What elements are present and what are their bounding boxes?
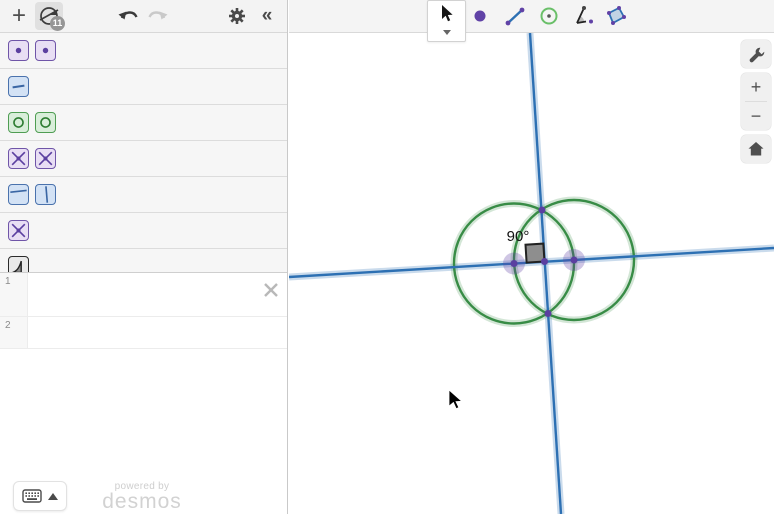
geometry-object-list: [0, 33, 287, 285]
tool-select[interactable]: [427, 0, 466, 42]
circle-icon: [9, 112, 28, 133]
zoom-control-group: + −: [741, 73, 771, 130]
mouse-cursor-icon: [449, 390, 462, 409]
expression-row: 1: [0, 273, 287, 317]
close-button[interactable]: [262, 281, 280, 299]
intersection-icon: [36, 148, 55, 169]
object-chip-point[interactable]: [35, 40, 56, 61]
keyboard-toggle-button[interactable]: [13, 481, 67, 511]
segment-icon: [9, 76, 28, 97]
undo-button[interactable]: [114, 2, 142, 30]
angle-tool-icon: [571, 4, 595, 28]
construction-point[interactable]: [511, 260, 518, 267]
line-h-icon: [9, 184, 28, 205]
expression-panel: 12: [0, 272, 287, 514]
tool-polygon[interactable]: [604, 4, 628, 28]
graph-settings-button[interactable]: [741, 40, 771, 68]
close-icon: [262, 281, 280, 299]
expression-input[interactable]: [28, 273, 287, 316]
expression-row-number: 1: [0, 273, 28, 316]
intersection-icon: [9, 220, 28, 241]
keyboard-icon: [22, 489, 42, 503]
object-row: [0, 105, 287, 141]
object-row: [0, 33, 287, 69]
construction-point[interactable]: [545, 310, 552, 317]
point-tool-icon: [468, 4, 492, 28]
expression-row: 2: [0, 317, 287, 349]
angle-value-label: 90°: [507, 228, 530, 245]
line-vertical[interactable]: [530, 33, 561, 514]
select-arrow-icon: [441, 5, 453, 23]
undo-icon: [117, 7, 139, 25]
polygon-tool-icon: [604, 4, 628, 28]
desmos-geometry-app: + 11: [0, 0, 774, 514]
object-chip-line-v[interactable]: [35, 184, 56, 205]
object-row: [0, 213, 287, 249]
sidebar: + 11: [0, 0, 288, 514]
object-chip-circle[interactable]: [8, 112, 29, 133]
sidebar-toolbar: + 11: [0, 0, 287, 33]
object-row: [0, 177, 287, 213]
home-button[interactable]: [741, 135, 771, 163]
object-chip-circle[interactable]: [35, 112, 56, 133]
object-chip-point[interactable]: [8, 40, 29, 61]
point-icon: [36, 40, 55, 61]
object-row: [0, 69, 287, 105]
chevrons-left-icon: «: [262, 5, 273, 27]
tool-segment[interactable]: [503, 4, 527, 28]
redo-icon: [147, 7, 169, 25]
circle-icon: [36, 112, 55, 133]
add-button[interactable]: +: [5, 2, 33, 30]
line-v-icon: [36, 184, 55, 205]
tool-circle[interactable]: [537, 4, 561, 28]
plus-icon: +: [12, 2, 26, 30]
construction-layer: 90°: [289, 0, 774, 514]
wrench-icon: [748, 46, 765, 63]
collapse-sidebar-button[interactable]: «: [253, 2, 281, 30]
expression-row-number: 2: [0, 317, 28, 348]
redo-button-disabled[interactable]: [144, 2, 172, 30]
circle-tool-icon: [537, 4, 561, 28]
object-chip-segment[interactable]: [8, 76, 29, 97]
point-icon: [9, 40, 28, 61]
object-row: [0, 141, 287, 177]
chevron-down-icon: [443, 30, 451, 35]
object-chip-intersection[interactable]: [8, 148, 29, 169]
zoom-out-button[interactable]: −: [741, 102, 771, 130]
intersection-icon: [9, 148, 28, 169]
construction-point[interactable]: [539, 207, 546, 214]
home-icon: [747, 141, 765, 157]
object-count-badge: 11: [50, 16, 65, 31]
gear-icon: [227, 6, 247, 26]
settings-button[interactable]: [223, 2, 251, 30]
geometry-canvas[interactable]: 90° + −: [289, 0, 774, 514]
canvas-toolbar: [289, 0, 774, 33]
object-chip-intersection[interactable]: [8, 220, 29, 241]
zoom-in-button[interactable]: +: [741, 73, 771, 101]
construction-point[interactable]: [541, 258, 548, 265]
expression-input[interactable]: [28, 317, 287, 348]
construction-point[interactable]: [571, 257, 578, 264]
geometry-tool-button[interactable]: 11: [35, 2, 63, 30]
object-chip-intersection[interactable]: [35, 148, 56, 169]
tool-angle[interactable]: [571, 4, 595, 28]
segment-tool-icon: [503, 4, 527, 28]
object-chip-line-h[interactable]: [8, 184, 29, 205]
canvas-controls: + −: [741, 40, 771, 163]
tool-point[interactable]: [468, 4, 492, 28]
caret-up-icon: [48, 493, 58, 500]
